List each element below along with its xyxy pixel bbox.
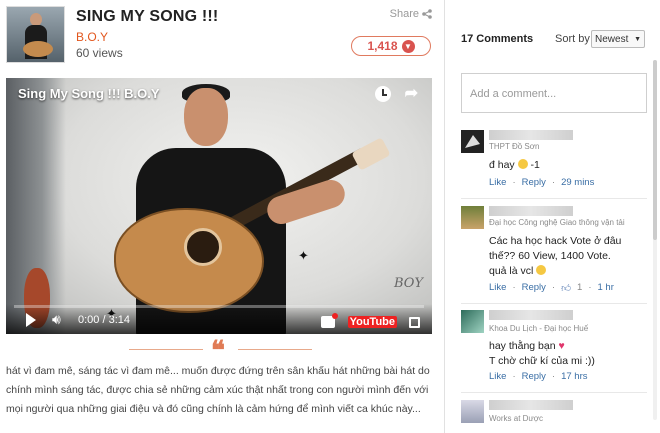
- comment-text-line: Các ha học hack Vote ở đâu: [489, 235, 622, 247]
- comment-text-line-wrapper: quả là vcl: [489, 264, 621, 279]
- commenter-affiliation: Khoa Du Lịch - Đại học Huế: [489, 324, 589, 333]
- comment-actions: Like · Reply · 👍︎ 1 · 1 hr: [489, 282, 614, 294]
- performer-head: [184, 88, 228, 146]
- comment-time[interactable]: 17 hrs: [561, 371, 587, 382]
- song-thumbnail[interactable]: [6, 6, 65, 63]
- video-title[interactable]: Sing My Song !!! B.O.Y: [18, 86, 160, 101]
- comment-time[interactable]: 1 hr: [597, 282, 613, 294]
- comment-input[interactable]: Add a comment...: [461, 73, 647, 113]
- page: SING MY SONG !!! B.O.Y 60 views Share 1,…: [0, 0, 660, 433]
- avatar[interactable]: [461, 206, 484, 229]
- commenter-name-blurred[interactable]: [489, 310, 573, 320]
- chevron-down-icon: ▼: [401, 39, 415, 53]
- comment-text: đ hay -1: [489, 158, 540, 173]
- heart-icon: ♥: [558, 340, 565, 352]
- separator: ·: [512, 177, 516, 188]
- scrollbar-thumb[interactable]: [653, 60, 657, 240]
- volume-icon[interactable]: 🔊︎: [52, 311, 61, 328]
- separator: ·: [512, 371, 516, 382]
- separator: ·: [551, 177, 556, 188]
- view-count: 60 views: [76, 46, 123, 60]
- description-divider: ❝: [6, 338, 432, 364]
- commenter-affiliation: Đại học Công nghệ Giao thông vận tải: [489, 218, 625, 227]
- vote-count: 1,418: [367, 39, 398, 53]
- comment-divider: [461, 392, 647, 393]
- separator: ·: [551, 371, 556, 382]
- quote-line-left: [129, 349, 203, 350]
- watch-later-icon[interactable]: [374, 86, 391, 102]
- quote-line-right: [238, 349, 312, 350]
- play-icon[interactable]: [26, 313, 36, 327]
- comment-divider: [461, 198, 647, 199]
- like-link[interactable]: Like: [489, 177, 506, 188]
- song-panel: SING MY SONG !!! B.O.Y 60 views Share 1,…: [0, 0, 440, 433]
- comment-actions: Like · Reply · 17 hrs: [489, 371, 587, 382]
- video-player[interactable]: ✦ ✦ ✦ BOY Sing My Song !!! B.O.Y ➦: [6, 78, 432, 334]
- reply-link[interactable]: Reply: [522, 371, 546, 382]
- chevron-down-icon: ▼: [634, 35, 641, 43]
- comment-text-line: quả là vcl: [489, 265, 534, 277]
- video-controls: 🔊︎ 0:00 / 3:14 YouTube: [6, 304, 432, 334]
- separator: ·: [551, 282, 556, 293]
- sort-label: Sort by: [555, 33, 590, 45]
- share-icon: [422, 9, 432, 19]
- youtube-logo[interactable]: YouTube: [347, 316, 397, 328]
- comment-text: Các ha học hack Vote ở đâu thế?? 60 View…: [489, 234, 621, 279]
- smile-emoji-icon: [536, 265, 547, 275]
- commenter-name-blurred[interactable]: [489, 206, 573, 216]
- avatar[interactable]: [461, 400, 484, 423]
- settings-hd-icon[interactable]: [320, 313, 338, 328]
- thumbnail-guitar: [23, 41, 53, 57]
- video-time: 0:00 / 3:14: [78, 314, 130, 326]
- guitar-soundhole: [184, 228, 222, 266]
- comment-text-line-wrapper: hay thằng bạn ♥: [489, 339, 595, 354]
- like-link[interactable]: Like: [489, 371, 506, 382]
- comment-actions: Like · Reply · 29 mins: [489, 177, 594, 188]
- comment-text-line: hay thằng bạn: [489, 340, 556, 352]
- comment-divider: [461, 303, 647, 304]
- comment-text-line: đ hay: [489, 159, 515, 171]
- like-count: 1: [577, 282, 583, 293]
- avatar[interactable]: [461, 310, 484, 333]
- commenter-name-blurred[interactable]: [489, 400, 573, 410]
- share-button[interactable]: Share: [390, 8, 432, 20]
- video-right-controls: YouTube: [320, 313, 420, 328]
- share-arrow-icon[interactable]: ➦: [405, 86, 418, 102]
- fullscreen-icon[interactable]: [409, 316, 420, 328]
- avatar-image-icon: [465, 135, 480, 148]
- separator: ·: [512, 282, 516, 293]
- artist-link[interactable]: B.O.Y: [76, 30, 108, 44]
- youtube-brand-label: YouTube: [347, 316, 397, 328]
- reply-link[interactable]: Reply: [522, 177, 546, 188]
- comment-time[interactable]: 29 mins: [561, 177, 594, 188]
- comment-text-line: thế?? 60 View, 1400 Vote.: [489, 250, 611, 262]
- sort-value: Newest: [595, 33, 629, 45]
- vote-button[interactable]: 1,418 ▼: [351, 36, 431, 56]
- comment-text-line: -1: [530, 159, 540, 171]
- progress-bar[interactable]: [14, 305, 424, 308]
- commenter-name-blurred[interactable]: [489, 130, 573, 140]
- video-watermark: BOY: [394, 276, 424, 291]
- quote-icon: ❝: [211, 336, 225, 366]
- like-link[interactable]: Like: [489, 282, 506, 294]
- smile-emoji-icon: [517, 159, 528, 169]
- share-label: Share: [389, 8, 419, 20]
- comment-text: hay thằng bạn ♥ T chờ chữ kí của mi :)): [489, 339, 595, 369]
- sort-dropdown[interactable]: Newest ▼: [591, 30, 645, 48]
- comments-count: 17 Comments: [461, 33, 534, 45]
- song-description: hát vì đam mê, sáng tác vì đam mê... muố…: [6, 365, 430, 415]
- reply-link[interactable]: Reply: [522, 282, 546, 294]
- commenter-affiliation: THPT Đồ Sơn: [489, 142, 540, 151]
- avatar[interactable]: [461, 130, 484, 153]
- thumbs-up-icon: 👍︎: [561, 283, 572, 294]
- song-title: SING MY SONG !!!: [76, 8, 219, 25]
- comments-panel: 17 Comments Sort by Newest ▼ Add a comme…: [445, 0, 660, 433]
- separator: ·: [588, 282, 592, 293]
- comment-text-line: T chờ chữ kí của mi :)): [489, 355, 595, 367]
- video-top-actions: ➦: [374, 86, 418, 102]
- commenter-affiliation: Works at Dược: [489, 414, 544, 423]
- butterfly-decoration: ✦: [298, 248, 309, 263]
